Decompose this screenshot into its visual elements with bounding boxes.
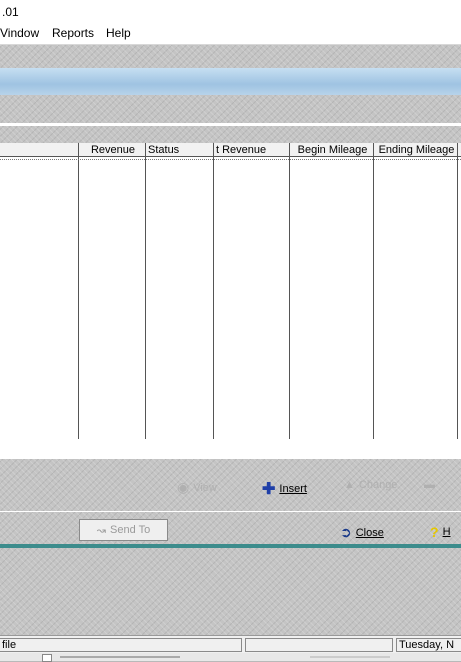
grid-column [0,157,79,439]
action-bar [0,511,461,544]
header-band [0,68,461,95]
menu-help[interactable]: Help [106,26,131,40]
grid-column [374,157,458,439]
title-bar: .01 [0,0,461,24]
delete-button[interactable]: ▬ [424,479,435,491]
help-label: H [442,526,451,538]
menu-bar: Vindow Reports Help [0,24,461,45]
grid-column [79,157,146,439]
grid-column [214,157,290,439]
data-grid[interactable]: Revenue Status t Revenue Begin Mileage E… [0,143,461,439]
status-bar: file Tuesday, N [0,635,461,654]
bottom-panel [0,548,461,635]
status-pane-date: Tuesday, N [396,638,461,652]
view-icon: ◉ [177,479,190,495]
grid-top-area [0,126,461,143]
change-label: Change [358,479,398,491]
grid-column [146,157,214,439]
help-button[interactable]: ? H [430,524,451,540]
close-label: Close [355,526,384,539]
toolbar-area [0,45,461,68]
grid-row-separator [0,159,461,160]
taskbar-item [310,656,390,658]
column-header-blank[interactable] [0,143,79,157]
insert-button[interactable]: ✚ Insert [262,479,307,499]
minus-icon: ▬ [424,479,435,491]
filter-area [0,95,461,123]
close-button[interactable]: ➲ Close [340,524,384,541]
taskbar-item [60,656,180,658]
send-to-label: Send To [110,524,151,536]
grid-column [290,157,374,439]
exit-door-icon: ➲ [340,524,352,540]
plus-icon: ✚ [262,481,276,498]
column-header-ending-mileage[interactable]: Ending Mileage [374,143,458,157]
column-header-net-revenue[interactable]: t Revenue [214,143,290,157]
menu-reports[interactable]: Reports [52,26,94,40]
column-header-status[interactable]: Status [146,143,214,157]
divider [0,511,461,512]
view-button[interactable]: ◉ View [177,479,217,496]
status-pane-middle [245,638,393,652]
status-pane-left: file [0,638,242,652]
column-header-revenue[interactable]: Revenue [79,143,146,157]
triangle-icon: ▲ [344,479,355,491]
edit-toolbar: ◉ View ✚ Insert ▲ Change ▬ [0,459,461,511]
view-label: View [193,481,217,494]
column-header-begin-mileage[interactable]: Begin Mileage [290,143,374,157]
send-to-button[interactable]: ↝ Send To [79,519,168,541]
change-button[interactable]: ▲ Change [344,479,397,491]
insert-label: Insert [279,483,307,495]
question-icon: ? [430,524,439,540]
send-icon: ↝ [96,524,107,537]
window-title: .01 [2,5,19,19]
grid-footer [0,439,461,459]
menu-window[interactable]: Vindow [0,26,39,40]
taskbar-strip [0,653,461,662]
